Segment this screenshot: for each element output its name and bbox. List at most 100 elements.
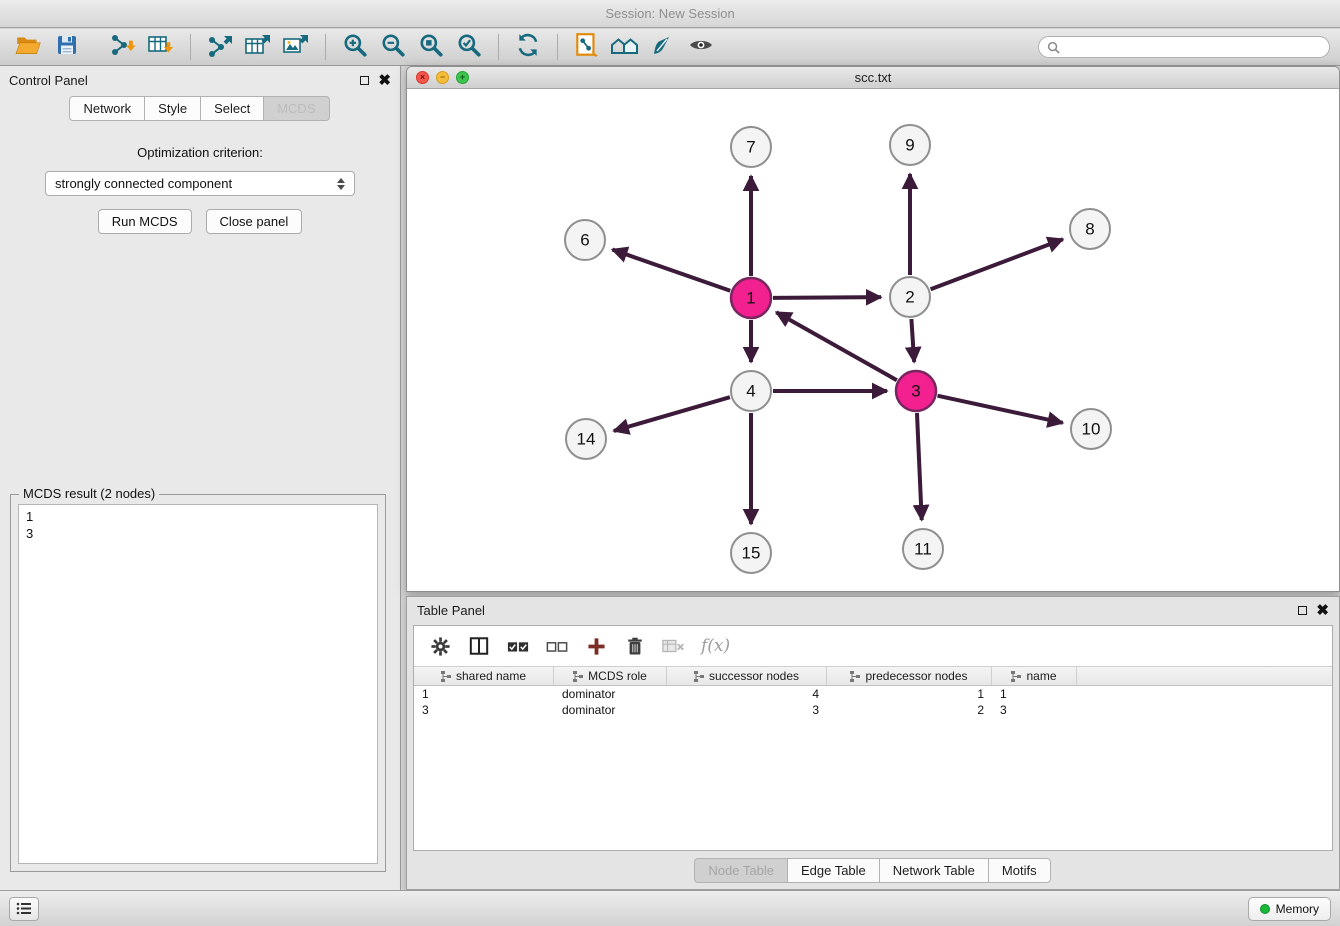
run-mcds-button[interactable]: Run MCDS bbox=[98, 209, 192, 234]
delete-column-button[interactable] bbox=[623, 634, 647, 658]
search-input[interactable] bbox=[1066, 40, 1321, 54]
node-label-15: 15 bbox=[742, 544, 761, 563]
node-label-6: 6 bbox=[580, 231, 589, 250]
table-cell[interactable]: 3 bbox=[667, 702, 827, 718]
table-panel-header: Table Panel ✖ bbox=[407, 597, 1339, 623]
control-panel-title: Control Panel bbox=[9, 73, 88, 88]
table-cell[interactable]: 1 bbox=[827, 686, 992, 702]
refresh-layout-button[interactable] bbox=[513, 32, 543, 62]
export-table-button[interactable] bbox=[243, 32, 273, 62]
node-label-9: 9 bbox=[905, 136, 914, 155]
float-panel-icon[interactable] bbox=[360, 76, 369, 85]
mcds-result-item[interactable]: 3 bbox=[26, 525, 370, 542]
tab-network[interactable]: Network bbox=[69, 96, 145, 121]
export-image-button[interactable] bbox=[281, 32, 311, 62]
network-svg: 7968124314101511 bbox=[407, 89, 1339, 592]
task-history-button[interactable] bbox=[9, 897, 39, 921]
close-table-panel-icon[interactable]: ✖ bbox=[1316, 603, 1329, 618]
tab-edge-table[interactable]: Edge Table bbox=[787, 858, 880, 883]
edge-2-8[interactable] bbox=[931, 239, 1063, 289]
table-cell[interactable]: 2 bbox=[827, 702, 992, 718]
import-network-button[interactable] bbox=[108, 32, 138, 62]
table-row[interactable]: 3dominator323 bbox=[414, 702, 1332, 718]
edge-2-3[interactable] bbox=[911, 319, 914, 362]
table-cell[interactable]: 1 bbox=[992, 686, 1077, 702]
tab-motifs[interactable]: Motifs bbox=[988, 858, 1051, 883]
plus-icon bbox=[587, 637, 606, 656]
column-header-predecessor-nodes[interactable]: predecessor nodes bbox=[827, 667, 992, 685]
tab-network-table[interactable]: Network Table bbox=[879, 858, 989, 883]
mcds-result-list[interactable]: 13 bbox=[18, 504, 378, 864]
show-column-button[interactable] bbox=[467, 634, 491, 658]
close-panel-button[interactable]: Close panel bbox=[206, 209, 303, 234]
table-cell[interactable]: dominator bbox=[554, 702, 667, 718]
minimize-window-icon[interactable]: − bbox=[436, 71, 449, 84]
maximize-window-icon[interactable]: + bbox=[456, 71, 469, 84]
table-cell[interactable]: 3 bbox=[992, 702, 1077, 718]
table-cell[interactable]: 1 bbox=[414, 686, 554, 702]
zoom-out-button[interactable] bbox=[378, 32, 408, 62]
column-header-shared-name[interactable]: shared name bbox=[414, 667, 554, 685]
float-table-panel-icon[interactable] bbox=[1298, 606, 1307, 615]
mcds-result-item[interactable]: 1 bbox=[26, 508, 370, 525]
eye-icon bbox=[687, 33, 715, 62]
gear-icon bbox=[430, 636, 451, 657]
edge-3-1[interactable] bbox=[776, 312, 897, 380]
table-cell[interactable]: 4 bbox=[667, 686, 827, 702]
new-network-from-selection-icon bbox=[573, 32, 601, 63]
edge-3-10[interactable] bbox=[937, 396, 1062, 423]
zoom-fit-button[interactable] bbox=[416, 32, 446, 62]
double-home-button[interactable] bbox=[610, 32, 640, 62]
open-session-button[interactable] bbox=[14, 32, 44, 62]
column-header-MCDS-role[interactable]: MCDS role bbox=[554, 667, 667, 685]
memory-label: Memory bbox=[1276, 902, 1319, 916]
network-canvas[interactable]: 7968124314101511 bbox=[407, 89, 1339, 591]
zoom-selected-button[interactable] bbox=[454, 32, 484, 62]
tab-select[interactable]: Select bbox=[200, 96, 264, 121]
node-label-8: 8 bbox=[1085, 220, 1094, 239]
save-session-button[interactable] bbox=[52, 32, 82, 62]
new-network-from-selection-button[interactable] bbox=[572, 32, 602, 62]
title-bar: Session: New Session bbox=[0, 0, 1340, 28]
zoom-in-button[interactable] bbox=[340, 32, 370, 62]
export-network-button[interactable] bbox=[205, 32, 235, 62]
edge-3-11[interactable] bbox=[917, 413, 922, 520]
tab-node-table[interactable]: Node Table bbox=[694, 858, 788, 883]
network-window-titlebar[interactable]: scc.txt × − + bbox=[407, 67, 1339, 89]
export-image-icon bbox=[282, 33, 310, 62]
tab-mcds[interactable]: MCDS bbox=[263, 96, 329, 121]
column-header-name[interactable]: name bbox=[992, 667, 1077, 685]
table-settings-button[interactable] bbox=[428, 634, 452, 658]
zoom-fit-icon bbox=[418, 32, 444, 63]
table-cell[interactable]: dominator bbox=[554, 686, 667, 702]
tab-style[interactable]: Style bbox=[144, 96, 201, 121]
trash-icon bbox=[626, 636, 644, 656]
memory-button[interactable]: Memory bbox=[1248, 897, 1331, 921]
toolbar-search[interactable] bbox=[1038, 36, 1330, 58]
deselect-all-rows-button[interactable] bbox=[545, 634, 569, 658]
zoom-selected-icon bbox=[456, 32, 482, 63]
column-header-successor-nodes[interactable]: successor nodes bbox=[667, 667, 827, 685]
list-icon bbox=[16, 902, 32, 915]
close-window-icon[interactable]: × bbox=[416, 71, 429, 84]
edge-4-14[interactable] bbox=[614, 397, 730, 431]
export-network-icon bbox=[206, 33, 234, 62]
optimization-criterion-label: Optimization criterion: bbox=[0, 145, 400, 160]
table-cell[interactable]: 3 bbox=[414, 702, 554, 718]
control-panel: Control Panel ✖ Network Style Select MCD… bbox=[0, 66, 401, 890]
save-session-icon bbox=[55, 33, 79, 62]
close-panel-icon[interactable]: ✖ bbox=[378, 73, 391, 88]
edge-1-2[interactable] bbox=[773, 297, 881, 298]
zoom-out-icon bbox=[380, 32, 406, 63]
show-hide-button[interactable] bbox=[686, 32, 716, 62]
create-column-button[interactable] bbox=[584, 634, 608, 658]
select-all-rows-button[interactable] bbox=[506, 634, 530, 658]
import-table-button[interactable] bbox=[146, 32, 176, 62]
style-brush-button[interactable] bbox=[648, 32, 678, 62]
toolbar-separator bbox=[190, 34, 191, 60]
optimization-criterion-select[interactable]: strongly connected component bbox=[45, 171, 355, 196]
table-row[interactable]: 1dominator411 bbox=[414, 686, 1332, 702]
edge-1-6[interactable] bbox=[612, 250, 730, 291]
zoom-in-icon bbox=[342, 32, 368, 63]
selected-criterion: strongly connected component bbox=[55, 176, 232, 191]
